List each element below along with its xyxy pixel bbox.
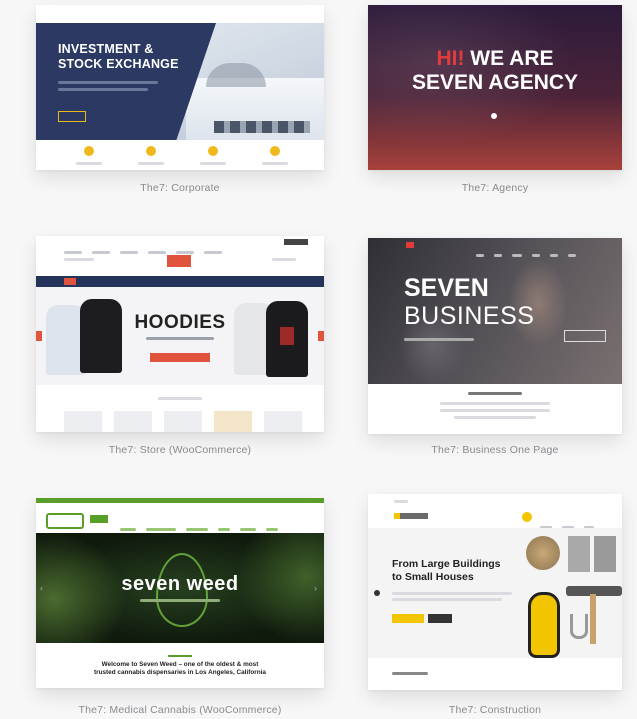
gravel-image (526, 536, 560, 570)
tile-image (568, 536, 590, 572)
template-card-agency[interactable]: HI! WE ARE SEVEN AGENCY (368, 5, 622, 170)
construction-hero-button[interactable] (392, 614, 424, 623)
corporate-hero-title: INVESTMENT & STOCK EXCHANGE (58, 42, 179, 71)
construction-hero-title: From Large Buildings to Small Houses (392, 558, 501, 583)
template-caption[interactable]: The7: Corporate (36, 182, 324, 194)
product-thumb[interactable] (264, 411, 302, 432)
store-nav (36, 276, 324, 293)
business-hero-title: SEVEN BUSINESS (404, 274, 535, 330)
construction-hero: From Large Buildings to Small Houses (368, 528, 622, 658)
corporate-hero-button[interactable] (58, 111, 86, 122)
store-topbar (36, 236, 324, 254)
slider-next-arrow[interactable]: › (314, 583, 317, 593)
business-hero: SEVEN BUSINESS (368, 238, 622, 384)
hoodie-image (80, 299, 122, 373)
corporate-features (36, 140, 324, 170)
construction-header (368, 494, 622, 547)
slider-prev-arrow[interactable] (36, 331, 42, 341)
construction-footer (368, 658, 622, 690)
template-caption[interactable]: The7: Business One Page (368, 444, 622, 456)
slider-next-arrow[interactable] (318, 331, 324, 341)
feature-icon (208, 146, 218, 156)
business-nav (368, 238, 622, 257)
template-caption[interactable]: The7: Store (WooCommerce) (36, 444, 324, 456)
template-caption[interactable]: The7: Medical Cannabis (WooCommerce) (36, 704, 324, 716)
product-thumb[interactable] (164, 411, 202, 432)
cannabis-intro-text: Welcome to Seven Weed – one of the oldes… (93, 661, 266, 676)
tape-measure-image (528, 592, 560, 658)
template-card-store[interactable]: HOODIES (36, 236, 324, 432)
store-hero: HOODIES (36, 287, 324, 385)
business-intro (368, 384, 622, 434)
corporate-hero: INVESTMENT & STOCK EXCHANGE (36, 23, 324, 140)
template-caption[interactable]: The7: Agency (368, 182, 622, 194)
product-thumb[interactable] (214, 411, 252, 432)
product-thumb[interactable] (114, 411, 152, 432)
cannabis-hero-title: seven weed (121, 573, 239, 595)
template-card-construction[interactable]: From Large Buildings to Small Houses (368, 494, 622, 690)
construction-hero-button-secondary[interactable] (428, 614, 452, 623)
cannabis-nav (36, 503, 324, 533)
store-logo[interactable] (167, 255, 191, 267)
product-thumb[interactable] (64, 411, 102, 432)
store-hero-title: HOODIES (134, 312, 226, 333)
feature-icon (270, 146, 280, 156)
cannabis-hero: seven weed ‹ › (36, 533, 324, 643)
feature-icon (146, 146, 156, 156)
template-card-medical-cannabis[interactable]: seven weed ‹ › Welcome to Seven Weed – o… (36, 498, 324, 688)
hook-image (570, 614, 588, 639)
cannabis-logo[interactable] (46, 513, 84, 529)
store-hero-button[interactable] (150, 353, 210, 362)
template-caption[interactable]: The7: Construction (368, 704, 622, 716)
business-hero-button[interactable] (564, 330, 606, 342)
template-card-corporate[interactable]: INVESTMENT & STOCK EXCHANGE (36, 5, 324, 170)
slider-prev-arrow[interactable] (374, 590, 380, 596)
tile-image (594, 536, 616, 572)
agency-hero-title: HI! WE ARE SEVEN AGENCY (411, 47, 579, 94)
store-products (36, 385, 324, 432)
template-card-business[interactable]: SEVEN BUSINESS (368, 238, 622, 434)
slider-prev-arrow[interactable]: ‹ (40, 583, 43, 593)
scroll-down-icon[interactable] (491, 113, 497, 119)
cannabis-intro: Welcome to Seven Weed – one of the oldes… (36, 643, 324, 688)
store-logo-bar (36, 248, 324, 276)
agency-nav (428, 162, 608, 166)
corporate-header (36, 5, 324, 26)
feature-icon (84, 146, 94, 156)
